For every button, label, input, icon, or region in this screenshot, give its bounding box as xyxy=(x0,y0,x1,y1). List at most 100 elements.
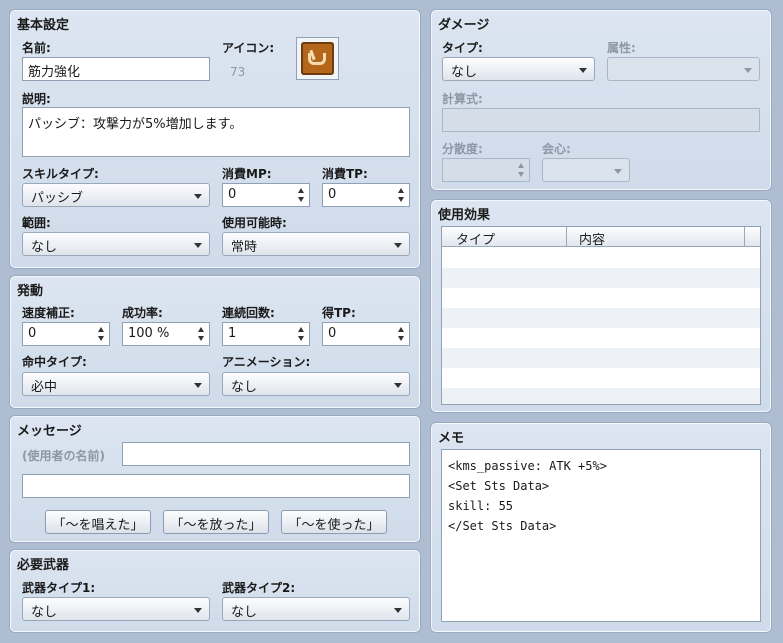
memo-field[interactable]: <kms_passive: ATK +5%> <Set Sts Data> sk… xyxy=(441,449,761,622)
critical-label: 会心: xyxy=(542,142,571,156)
table-row[interactable] xyxy=(442,328,760,348)
success-rate-label: 成功率: xyxy=(122,306,163,320)
memo-line: <kms_passive: ATK +5%> xyxy=(448,459,607,473)
animation-select[interactable]: なし xyxy=(222,372,410,396)
effects-table-header: タイプ 内容 xyxy=(442,227,760,248)
description-field[interactable]: パッシブ：攻撃力が5%増加します。 xyxy=(22,107,410,157)
tp-gain-stepper[interactable]: 0 xyxy=(322,322,410,346)
success-rate-stepper[interactable]: 100 % xyxy=(122,322,210,346)
element-label: 属性: xyxy=(607,41,636,55)
icon-index: 73 xyxy=(230,65,246,79)
critical-select[interactable] xyxy=(542,158,630,182)
table-row[interactable] xyxy=(442,348,760,368)
spin-up-icon[interactable] xyxy=(198,327,204,332)
formula-field[interactable] xyxy=(442,108,760,132)
name-label: 名前: xyxy=(22,41,51,55)
chevron-down-icon xyxy=(394,243,402,248)
scope-select[interactable]: なし xyxy=(22,232,210,256)
table-row[interactable] xyxy=(442,248,760,268)
spin-down-icon[interactable] xyxy=(518,172,524,177)
chevron-down-icon xyxy=(194,194,202,199)
spin-up-icon[interactable] xyxy=(518,163,524,168)
repeats-value: 1 xyxy=(228,326,237,341)
hit-type-select[interactable]: 必中 xyxy=(22,372,210,396)
weapon-type2-value: なし xyxy=(231,605,258,620)
spin-up-icon[interactable] xyxy=(398,327,404,332)
spin-down-icon[interactable] xyxy=(198,336,204,341)
message-line1-field[interactable] xyxy=(122,442,410,466)
spin-down-icon[interactable] xyxy=(398,336,404,341)
tp-cost-stepper[interactable]: 0 xyxy=(322,183,410,207)
speed-value: 0 xyxy=(28,326,37,341)
col-header-content[interactable]: 内容 xyxy=(567,227,745,248)
cast-template-button[interactable]: 「〜を唱えた」 xyxy=(45,510,151,534)
weapon-type2-select[interactable]: なし xyxy=(222,597,410,621)
weapon-type1-select[interactable]: なし xyxy=(22,597,210,621)
chevron-down-icon xyxy=(744,68,752,73)
spin-up-icon[interactable] xyxy=(298,188,304,193)
weapon-type1-label: 武器タイプ1: xyxy=(22,581,96,595)
chevron-down-icon xyxy=(194,608,202,613)
repeats-label: 連続回数: xyxy=(222,306,275,320)
weapon-type2-label: 武器タイプ2: xyxy=(222,581,296,595)
spin-down-icon[interactable] xyxy=(298,197,304,202)
skill-type-value: パッシブ xyxy=(31,191,84,206)
spin-down-icon[interactable] xyxy=(298,336,304,341)
memo-title: メモ xyxy=(438,431,465,446)
occasion-select[interactable]: 常時 xyxy=(222,232,410,256)
boot-icon xyxy=(301,42,334,75)
speed-stepper[interactable]: 0 xyxy=(22,322,110,346)
tp-gain-label: 得TP: xyxy=(322,306,356,320)
repeats-stepper[interactable]: 1 xyxy=(222,322,310,346)
damage-panel: ダメージ タイプ: なし 属性: 計算式: 分散度: 会心: xyxy=(431,10,771,190)
speed-label: 速度補正: xyxy=(22,306,75,320)
spin-up-icon[interactable] xyxy=(98,327,104,332)
hit-type-label: 命中タイプ: xyxy=(22,355,87,369)
skill-type-label: スキルタイプ: xyxy=(22,167,99,181)
weapon-type1-value: なし xyxy=(31,605,58,620)
invocation-panel: 発動 速度補正: 0 成功率: 100 % 連続回数: 1 得TP: 0 命中タ… xyxy=(10,276,420,408)
spin-down-icon[interactable] xyxy=(398,197,404,202)
scope-value: なし xyxy=(31,240,58,255)
mp-cost-value: 0 xyxy=(228,187,237,202)
chevron-down-icon xyxy=(614,169,622,174)
icon-picker[interactable] xyxy=(296,37,339,80)
skill-type-select[interactable]: パッシブ xyxy=(22,183,210,207)
variance-label: 分散度: xyxy=(442,142,483,156)
tp-cost-label: 消費TP: xyxy=(322,167,368,181)
table-row[interactable] xyxy=(442,288,760,308)
desc-label: 説明: xyxy=(22,92,51,106)
memo-line: skill: 55 xyxy=(448,499,514,513)
damage-type-select[interactable]: なし xyxy=(442,57,595,81)
table-row[interactable] xyxy=(442,268,760,288)
animation-label: アニメーション: xyxy=(222,355,311,369)
table-row[interactable] xyxy=(442,368,760,388)
tp-gain-value: 0 xyxy=(328,326,337,341)
effects-table[interactable]: タイプ 内容 xyxy=(441,226,761,405)
name-field[interactable]: 筋力強化 xyxy=(22,57,210,81)
table-row[interactable] xyxy=(442,308,760,328)
spin-up-icon[interactable] xyxy=(398,188,404,193)
basic-settings-panel: 基本設定 名前: 筋力強化 アイコン: 73 説明: パッシブ：攻撃力が5%増加… xyxy=(10,10,420,268)
variance-stepper[interactable] xyxy=(442,158,530,182)
spin-down-icon[interactable] xyxy=(98,336,104,341)
mp-cost-stepper[interactable]: 0 xyxy=(222,183,310,207)
tp-cost-value: 0 xyxy=(328,187,337,202)
chevron-down-icon xyxy=(579,68,587,73)
col-header-type[interactable]: タイプ xyxy=(442,227,567,248)
element-select[interactable] xyxy=(607,57,760,81)
message-title: メッセージ xyxy=(17,424,82,439)
invocation-title: 発動 xyxy=(17,284,44,299)
release-template-button[interactable]: 「〜を放った」 xyxy=(163,510,269,534)
spin-up-icon[interactable] xyxy=(298,327,304,332)
user-name-label: (使用者の名前) xyxy=(22,449,105,463)
message-line2-field[interactable] xyxy=(22,474,410,498)
chevron-down-icon xyxy=(194,243,202,248)
occasion-value: 常時 xyxy=(231,240,258,255)
success-rate-value: 100 % xyxy=(128,326,170,341)
effects-title: 使用効果 xyxy=(438,208,491,223)
chevron-down-icon xyxy=(394,383,402,388)
use-template-button[interactable]: 「〜を使った」 xyxy=(281,510,387,534)
damage-type-value: なし xyxy=(451,65,478,80)
table-row[interactable] xyxy=(442,388,760,404)
